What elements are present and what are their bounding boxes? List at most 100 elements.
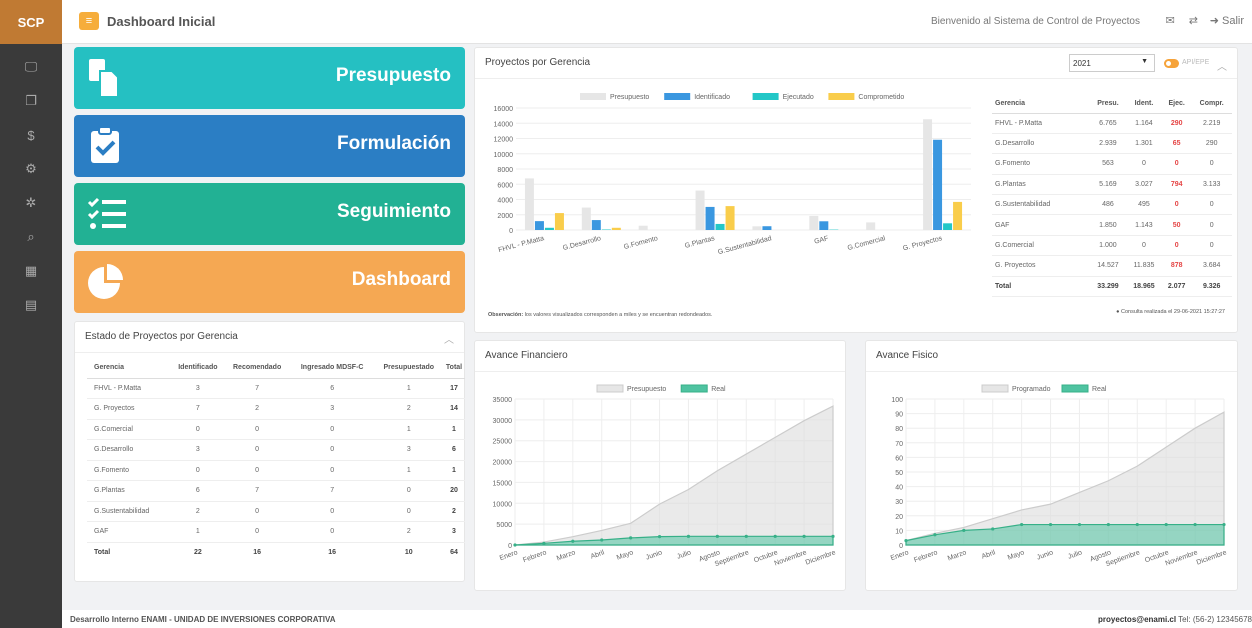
y-tick-label: 70 xyxy=(895,441,903,448)
y-tick-label: 80 xyxy=(895,426,903,433)
table-cell: 3 xyxy=(443,521,465,543)
x-tick-label: Enero xyxy=(499,549,519,562)
y-tick-label: 16000 xyxy=(494,106,514,113)
x-tick-label: Abril xyxy=(981,549,997,561)
dollar-icon[interactable]: $ xyxy=(0,118,62,152)
table-cell: 64 xyxy=(450,549,458,556)
presupuesto-tile[interactable]: Presupuesto xyxy=(74,47,465,109)
avance-fisico-panel: Avance Fisico 0 10 20 30 40 50 60 70 80 90 100 Prog… xyxy=(865,340,1238,591)
avance-financiero-panel: Avance Financiero 0 5000 10000 15000 20000 25… xyxy=(474,340,846,591)
total-row: Total 33.299 18.965 2.077 9.326 xyxy=(992,276,1232,298)
seguimiento-tile[interactable]: Seguimiento xyxy=(74,183,465,245)
y-tick-label: 10000 xyxy=(494,152,514,159)
y-tick-label: 25000 xyxy=(493,439,513,446)
note-text: los valores visualizados corresponden a … xyxy=(524,312,713,318)
formulacion-tile[interactable]: Formulación xyxy=(74,115,465,177)
table-cell: 3 xyxy=(171,378,225,399)
table-cell: 1 xyxy=(443,460,465,481)
y-tick-label: 30000 xyxy=(493,418,513,425)
table-cell: 5.169 xyxy=(1089,174,1126,196)
mail-icon[interactable]: ✉ xyxy=(1166,14,1175,27)
table-cell: 3.133 xyxy=(1191,174,1232,196)
dashboard-tile[interactable]: Dashboard xyxy=(74,251,465,313)
consulta-text: Consulta realizada el 29-06-2021 15:27:2… xyxy=(1121,309,1225,315)
logout-icon: ➜ xyxy=(1209,15,1222,27)
table-cell: G. Proyectos xyxy=(87,398,172,420)
data-point xyxy=(933,533,937,537)
bar xyxy=(544,227,554,230)
table-cell: 0 xyxy=(289,419,375,440)
brand-logo[interactable]: SCP xyxy=(0,0,62,44)
table-row: G.Plantas 5.169 3.027 794 3.133 xyxy=(992,174,1232,196)
data-point xyxy=(1222,522,1226,527)
table-cell: 6 xyxy=(171,480,225,502)
avance-fisico-chart: 0 10 20 30 40 50 60 70 80 90 100 Programado Real Ener… xyxy=(890,384,1228,568)
x-tick-label: G.Desarrollo xyxy=(562,235,602,252)
table-cell: 16 xyxy=(328,549,337,556)
table-cell: G. Proyectos xyxy=(992,255,1090,277)
table-row: GAF 1 0 0 2 3 xyxy=(87,521,465,543)
table-cell: 0 xyxy=(224,501,290,522)
column-header: Presupuestado xyxy=(374,358,444,379)
table-cell: 0 xyxy=(1125,235,1162,257)
bar xyxy=(943,223,953,230)
x-tick-label: Julio xyxy=(1067,549,1083,561)
api-epe-toggle[interactable] xyxy=(1164,59,1179,68)
footer-tel: Tel: (56-2) 12345678 xyxy=(1178,615,1252,624)
data-point xyxy=(571,539,575,543)
table-cell: 2 xyxy=(443,501,465,522)
collapse-icon[interactable]: ︿ xyxy=(1217,58,1227,73)
sidebar: SCP 🖵 ❐ $ ⚙ ✲ ⌕ ▦ ▤ xyxy=(0,0,62,628)
footer-credits: Desarrollo Interno ENAMI - UNIDAD DE INV… xyxy=(70,615,336,624)
data-point xyxy=(1020,522,1024,527)
menu-toggle-button[interactable]: ≡ xyxy=(79,12,99,30)
x-tick-label: FHVL - P.Matta xyxy=(498,235,545,254)
table-cell: 0 xyxy=(224,521,290,543)
exchange-icon[interactable]: ⇄ xyxy=(1189,14,1198,27)
data-point xyxy=(1048,522,1053,527)
gears-icon[interactable]: ⚙ xyxy=(0,152,62,186)
calendar-icon[interactable]: ▦ xyxy=(0,254,62,288)
top-bar: ≡ Dashboard Inicial Bienvenido al Sistem… xyxy=(62,0,1252,44)
table-row: FHVL - P.Matta 6.765 1.164 290 2.219 xyxy=(992,113,1232,134)
bar xyxy=(611,227,621,230)
x-tick-label: GAF xyxy=(814,235,830,245)
table-cell: 0 xyxy=(224,419,290,440)
copy-icon[interactable]: ❐ xyxy=(0,84,62,118)
bar xyxy=(705,206,715,230)
table-cell: G.Desarrollo xyxy=(992,133,1090,155)
table-cell: Total xyxy=(992,276,1090,298)
logout-button[interactable]: ➜ Salir xyxy=(1210,14,1244,27)
footer-email[interactable]: proyectos@enami.cl xyxy=(1098,615,1176,624)
table-row: G.Sustentabilidad 2 0 0 0 2 xyxy=(87,501,465,522)
table-row: GAF 1.850 1.143 50 0 xyxy=(992,214,1232,236)
x-tick-label: Febrero xyxy=(913,549,939,564)
monitor-icon[interactable]: 🖵 xyxy=(0,50,62,84)
table-cell: G.Plantas xyxy=(87,480,172,502)
total-row: Total 22 16 16 10 64 xyxy=(87,542,465,563)
table-cell: 3 xyxy=(374,439,444,461)
column-header: Total xyxy=(443,358,465,379)
table-cell: 0 xyxy=(289,501,375,522)
legend-label: Real xyxy=(711,386,726,393)
y-tick-label: 10000 xyxy=(493,501,513,508)
y-tick-label: 10 xyxy=(895,528,903,535)
table-cell: 1.850 xyxy=(1089,214,1126,236)
y-tick-label: 0 xyxy=(899,543,903,550)
data-point xyxy=(657,535,662,539)
legend-swatch xyxy=(752,93,779,100)
x-tick-label: Abril xyxy=(590,549,606,561)
avance-financiero-chart: 0 5000 10000 15000 20000 25000 30000 35000 Presu… xyxy=(493,384,837,568)
table-row: G.Comercial 0 0 0 1 1 xyxy=(87,419,465,440)
x-tick-label: Marzo xyxy=(947,549,968,562)
table-cell: 878 xyxy=(1161,255,1192,277)
collapse-icon[interactable]: ︿ xyxy=(444,331,454,346)
search-icon[interactable]: ⌕ xyxy=(0,220,62,254)
legend-swatch xyxy=(680,384,708,393)
cogs-icon[interactable]: ✲ xyxy=(0,186,62,220)
table-cell: 3.027 xyxy=(1125,174,1162,196)
document-icon[interactable]: ▤ xyxy=(0,288,62,322)
year-select[interactable]: 2021 ▼ xyxy=(1069,54,1155,72)
legend-label: Real xyxy=(1092,386,1107,393)
tasks-icon xyxy=(87,197,126,229)
